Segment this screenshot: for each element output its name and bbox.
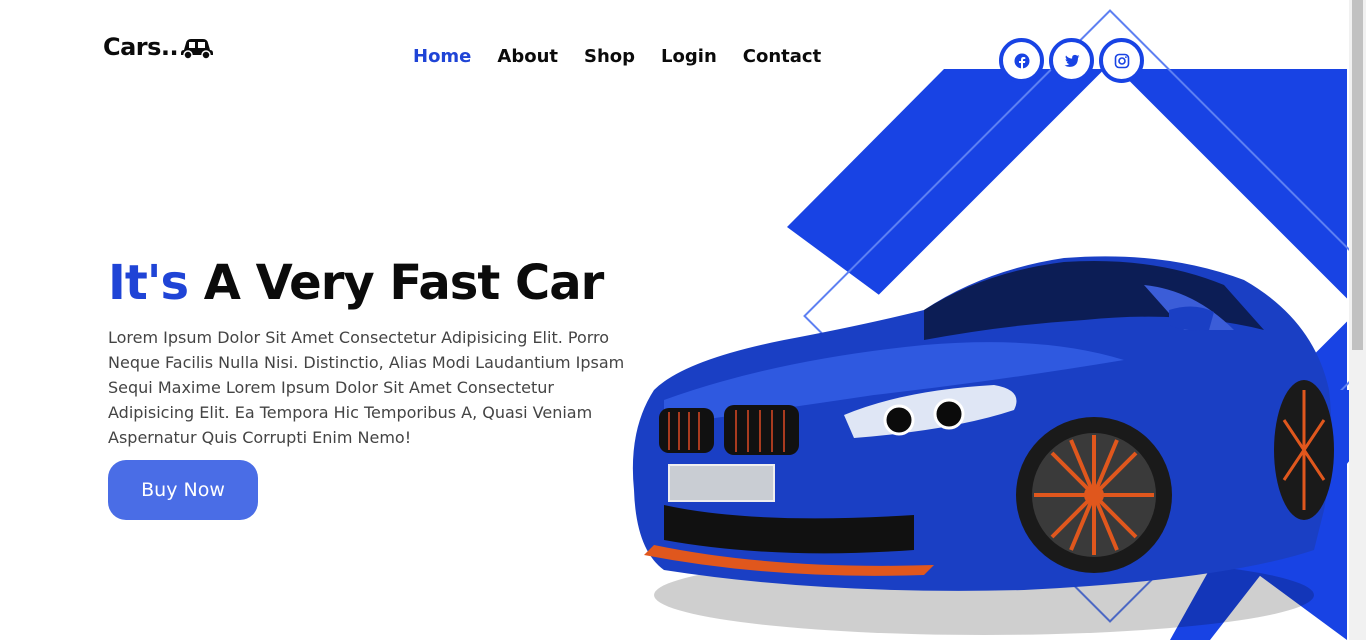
facebook-button[interactable] xyxy=(999,38,1044,83)
car-image xyxy=(632,256,1334,635)
buy-now-button[interactable]: Buy Now xyxy=(108,460,258,520)
facebook-icon xyxy=(1014,53,1029,69)
hero-headline: It's A Very Fast Car xyxy=(108,255,604,311)
instagram-icon xyxy=(1114,53,1129,68)
headline-rest: A Very Fast Car xyxy=(203,255,604,311)
twitter-button[interactable] xyxy=(1049,38,1094,83)
brand-name: Cars.. xyxy=(103,33,179,61)
brand-logo[interactable]: Cars.. xyxy=(103,33,214,61)
nav-login[interactable]: Login xyxy=(661,46,717,67)
instagram-button[interactable] xyxy=(1099,38,1144,83)
social-links xyxy=(999,38,1144,83)
nav-contact[interactable]: Contact xyxy=(743,46,821,67)
nav-home[interactable]: Home xyxy=(413,46,471,67)
scrollbar[interactable] xyxy=(1349,0,1366,640)
hero-description: Lorem Ipsum Dolor Sit Amet Consectetur A… xyxy=(108,328,625,447)
main-nav: Home About Shop Login Contact xyxy=(413,46,821,67)
car-icon xyxy=(181,39,214,59)
scrollbar-thumb[interactable] xyxy=(1352,0,1363,350)
nav-shop[interactable]: Shop xyxy=(584,46,635,67)
nav-about[interactable]: About xyxy=(497,46,558,67)
twitter-icon xyxy=(1064,54,1079,67)
headline-accent: It's xyxy=(108,255,189,311)
